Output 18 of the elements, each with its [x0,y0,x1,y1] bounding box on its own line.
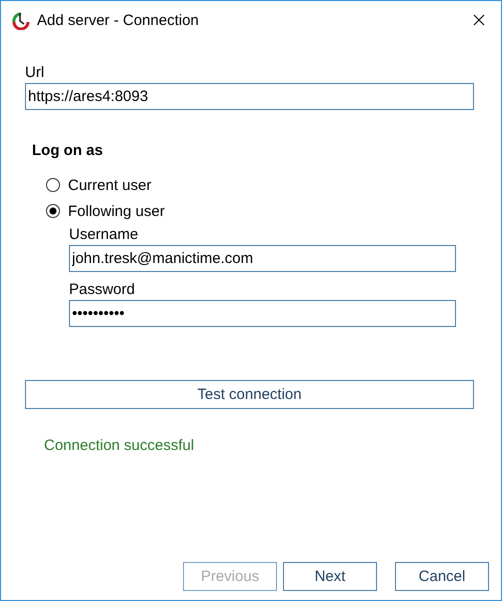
field-label: Username [69,226,138,244]
password-field[interactable]: •••••••••• [69,300,456,327]
test-connection-button[interactable]: Test connection [25,380,474,409]
text-field[interactable]: john.tresk@manictime.com [69,245,456,272]
field-label: Password [69,281,135,299]
section-heading: Log on as [32,142,103,161]
radio-button[interactable] [46,178,60,192]
text-field[interactable]: https://ares4:8093 [25,83,474,110]
field-label: Url [25,64,44,82]
radio-button[interactable] [46,204,60,218]
app-logo-icon [11,10,31,30]
dialog-button[interactable]: Next [283,562,377,591]
close-icon[interactable] [473,14,485,26]
window-title: Add server - Connection [37,12,200,28]
radio-label: Current user [68,176,152,194]
status-message: Connection successful [44,437,194,454]
radio-label: Following user [68,202,165,220]
dialog-button[interactable]: Cancel [395,562,489,591]
